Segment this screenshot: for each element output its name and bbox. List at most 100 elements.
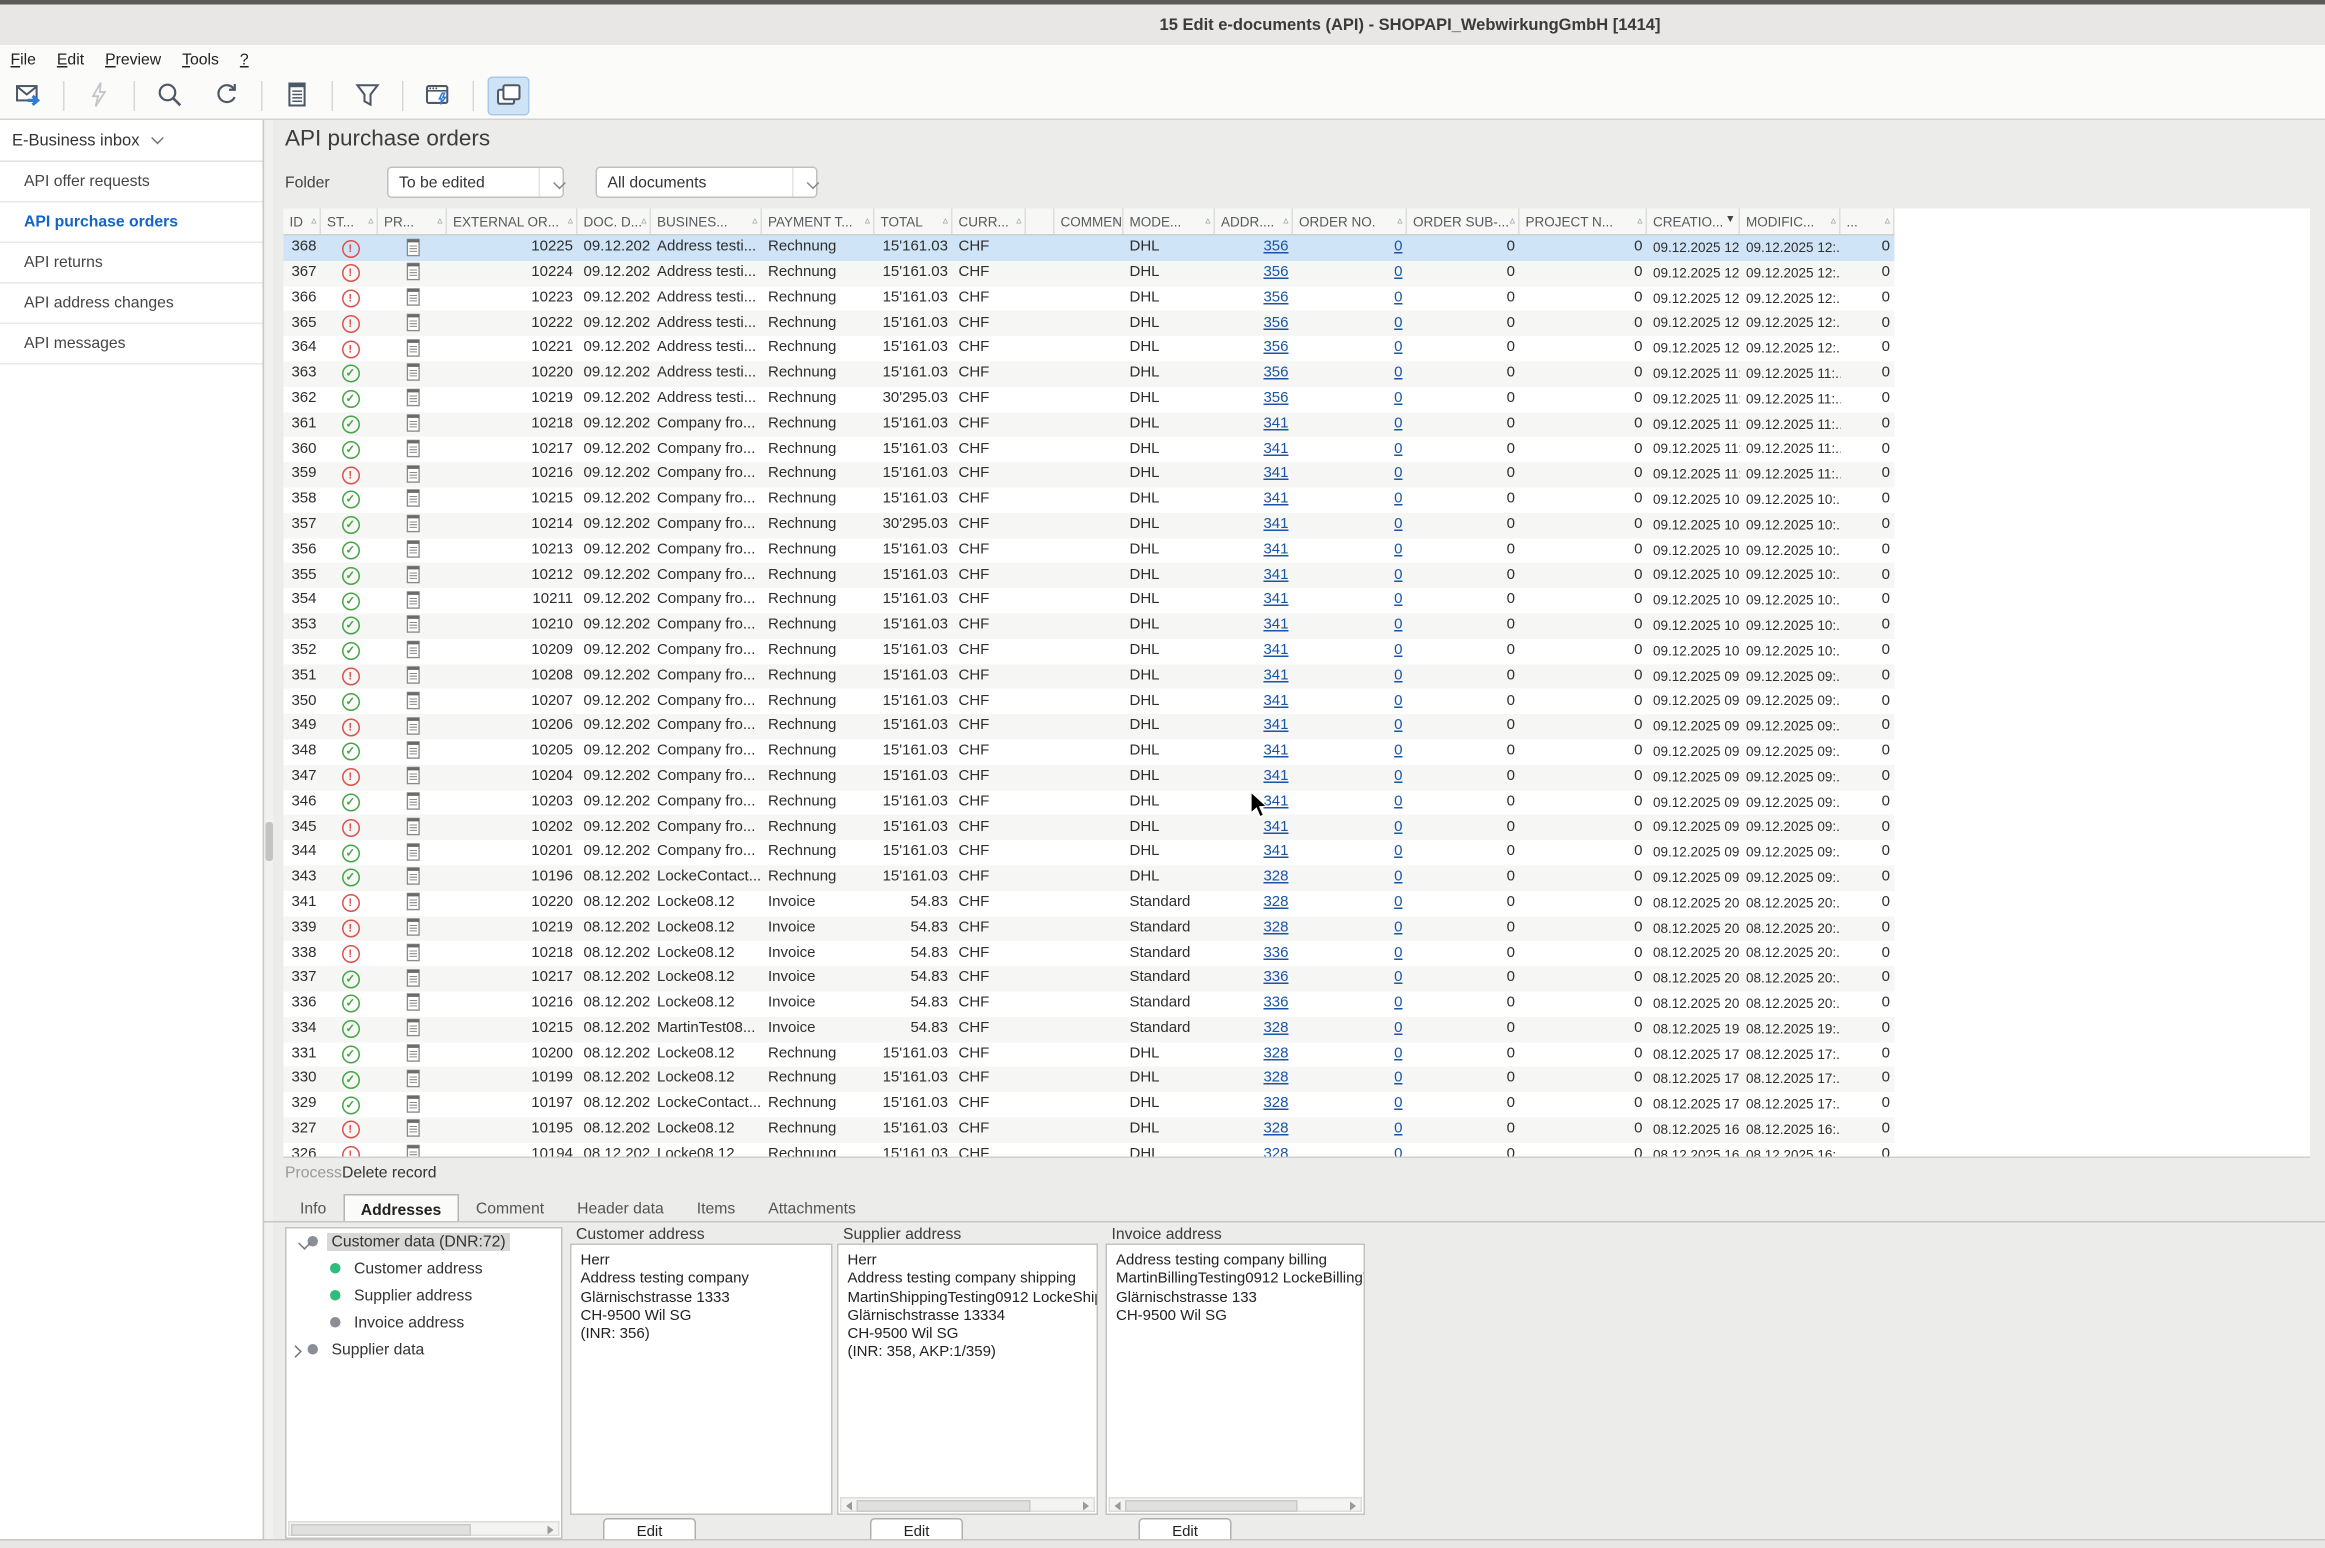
panel-scrollbar[interactable]: [840, 1497, 1095, 1512]
tree-scrollbar[interactable]: [288, 1521, 560, 1536]
order-no-link[interactable]: 0: [1394, 491, 1402, 508]
table-row[interactable]: 346✓1020309.12.2025Company fro...Rechnun…: [284, 790, 1895, 815]
table-row[interactable]: 341!1022008.12.2025Locke08.12Invoice54.8…: [284, 891, 1895, 916]
address-link[interactable]: 328: [1263, 1045, 1288, 1062]
column-header-created[interactable]: CREATIO...▼: [1647, 209, 1740, 235]
address-link[interactable]: 356: [1263, 390, 1288, 407]
table-row[interactable]: 356✓1021309.12.2025Company fro...Rechnun…: [284, 538, 1895, 563]
cards-icon[interactable]: [489, 78, 528, 114]
address-link[interactable]: 341: [1263, 717, 1288, 734]
table-row[interactable]: 368!1022509.12.2025Address testi...Rechn…: [284, 236, 1895, 261]
table-row[interactable]: 334✓1021508.12.2025MartinTest08...Invoic…: [284, 1017, 1895, 1042]
table-row[interactable]: 361✓1021809.12.2025Company fro...Rechnun…: [284, 412, 1895, 437]
table-row[interactable]: 364!1022109.12.2025Address testi...Rechn…: [284, 336, 1895, 361]
order-no-link[interactable]: 0: [1394, 1020, 1402, 1037]
table-row[interactable]: 366!1022309.12.2025Address testi...Rechn…: [284, 286, 1895, 311]
search-icon[interactable]: [150, 78, 189, 114]
address-link[interactable]: 356: [1263, 365, 1288, 382]
tab-info[interactable]: Info: [284, 1194, 343, 1223]
address-link[interactable]: 341: [1263, 592, 1288, 609]
tree-item-invoice-address[interactable]: Invoice address: [287, 1314, 562, 1337]
order-no-link[interactable]: 0: [1394, 289, 1402, 306]
order-no-link[interactable]: 0: [1394, 239, 1402, 256]
table-row[interactable]: 336✓1021608.12.2025Locke08.12Invoice54.8…: [284, 991, 1895, 1016]
address-link[interactable]: 341: [1263, 617, 1288, 634]
address-link[interactable]: 341: [1263, 843, 1288, 860]
filter-icon[interactable]: [348, 78, 387, 114]
column-header-address[interactable]: ADDR....▵: [1215, 209, 1293, 235]
table-row[interactable]: 351!1020809.12.2025Company fro...Rechnun…: [284, 664, 1895, 689]
column-header-doc_date[interactable]: DOC. D...▵: [578, 209, 652, 235]
column-header-order_no[interactable]: ORDER NO.▵: [1293, 209, 1407, 235]
order-no-link[interactable]: 0: [1394, 667, 1402, 684]
address-link[interactable]: 328: [1263, 1095, 1288, 1112]
address-link[interactable]: 336: [1263, 969, 1288, 986]
address-link[interactable]: 341: [1263, 692, 1288, 709]
column-header-currency[interactable]: CURR...▵: [953, 209, 1027, 235]
address-link[interactable]: 356: [1263, 239, 1288, 256]
column-header-order_sub[interactable]: ORDER SUB-...▵: [1407, 209, 1520, 235]
order-no-link[interactable]: 0: [1394, 818, 1402, 835]
order-no-link[interactable]: 0: [1394, 995, 1402, 1012]
tree-item-supplier-address[interactable]: Supplier address: [287, 1287, 562, 1310]
expander-right-icon[interactable]: [289, 1345, 302, 1358]
column-header-id[interactable]: ID▵: [284, 209, 322, 235]
title-bar[interactable]: 15 Edit e-documents (API) - SHOPAPI_Webw…: [0, 0, 2325, 45]
order-no-link[interactable]: 0: [1394, 642, 1402, 659]
sidebar-item-api-returns[interactable]: API returns: [0, 243, 263, 284]
table-row[interactable]: 360✓1021709.12.2025Company fro...Rechnun…: [284, 437, 1895, 462]
tab-comment[interactable]: Comment: [459, 1194, 560, 1223]
address-link[interactable]: 328: [1263, 1070, 1288, 1087]
order-no-link[interactable]: 0: [1394, 415, 1402, 432]
menu-tools[interactable]: Tools: [172, 47, 230, 74]
send-mail-icon[interactable]: [9, 78, 48, 114]
table-row[interactable]: 343✓1019608.12.2025LockeContact...Rechnu…: [284, 865, 1895, 890]
address-link[interactable]: 341: [1263, 743, 1288, 760]
order-no-link[interactable]: 0: [1394, 566, 1402, 583]
scrollbar-thumb[interactable]: [266, 822, 274, 861]
column-header-pr[interactable]: PR...▵: [378, 209, 447, 235]
address-link[interactable]: 341: [1263, 466, 1288, 483]
address-link[interactable]: 328: [1263, 1121, 1288, 1138]
table-row[interactable]: 349!1020609.12.2025Company fro...Rechnun…: [284, 714, 1895, 739]
sidebar-item-api-messages[interactable]: API messages: [0, 324, 263, 365]
table-row[interactable]: 359!1021609.12.2025Company fro...Rechnun…: [284, 462, 1895, 487]
tab-addresses[interactable]: Addresses: [343, 1194, 460, 1223]
report-icon[interactable]: [278, 78, 317, 114]
order-no-link[interactable]: 0: [1394, 440, 1402, 457]
dropdown-arrow-icon[interactable]: [792, 168, 816, 197]
tab-items[interactable]: Items: [680, 1194, 752, 1223]
order-no-link[interactable]: 0: [1394, 314, 1402, 331]
table-row[interactable]: 326!1019408.12.2025Locke08.12Rechnung15'…: [284, 1143, 1895, 1157]
table-row[interactable]: 330✓1019908.12.2025Locke08.12Rechnung15'…: [284, 1067, 1895, 1092]
order-no-link[interactable]: 0: [1394, 969, 1402, 986]
table-row[interactable]: 345!1020209.12.2025Company fro...Rechnun…: [284, 815, 1895, 840]
address-link[interactable]: 328: [1263, 894, 1288, 911]
address-link[interactable]: 341: [1263, 415, 1288, 432]
menu-edit[interactable]: Edit: [46, 47, 94, 74]
column-header-payment_type[interactable]: PAYMENT T...▵: [762, 209, 875, 235]
order-no-link[interactable]: 0: [1394, 592, 1402, 609]
address-link[interactable]: 328: [1263, 1020, 1288, 1037]
table-row[interactable]: 327!1019508.12.2025Locke08.12Rechnung15'…: [284, 1117, 1895, 1142]
order-no-link[interactable]: 0: [1394, 1095, 1402, 1112]
address-link[interactable]: 341: [1263, 516, 1288, 533]
delete-record-button[interactable]: Delete record: [342, 1164, 437, 1182]
column-header-mode[interactable]: MODE...▵: [1124, 209, 1216, 235]
column-header-modified[interactable]: MODIFIC...▵: [1740, 209, 1841, 235]
address-link[interactable]: 341: [1263, 541, 1288, 558]
address-link[interactable]: 341: [1263, 440, 1288, 457]
tree-item-customer-data-dnr-72-[interactable]: Customer data (DNR:72): [287, 1233, 562, 1256]
table-row[interactable]: 331✓1020008.12.2025Locke08.12Rechnung15'…: [284, 1042, 1895, 1067]
sidebar-item-api-purchase-orders[interactable]: API purchase orders: [0, 203, 263, 244]
column-header-comment[interactable]: COMMENT▵: [1055, 209, 1124, 235]
dropdown-arrow-icon[interactable]: [539, 168, 563, 197]
refresh-icon[interactable]: [207, 78, 246, 114]
order-no-link[interactable]: 0: [1394, 1121, 1402, 1138]
order-no-link[interactable]: 0: [1394, 1146, 1402, 1157]
menu-[interactable]: ?: [229, 47, 259, 74]
order-no-link[interactable]: 0: [1394, 717, 1402, 734]
address-link[interactable]: 356: [1263, 289, 1288, 306]
table-row[interactable]: 348✓1020509.12.2025Company fro...Rechnun…: [284, 739, 1895, 764]
lightning-icon[interactable]: [80, 78, 119, 114]
